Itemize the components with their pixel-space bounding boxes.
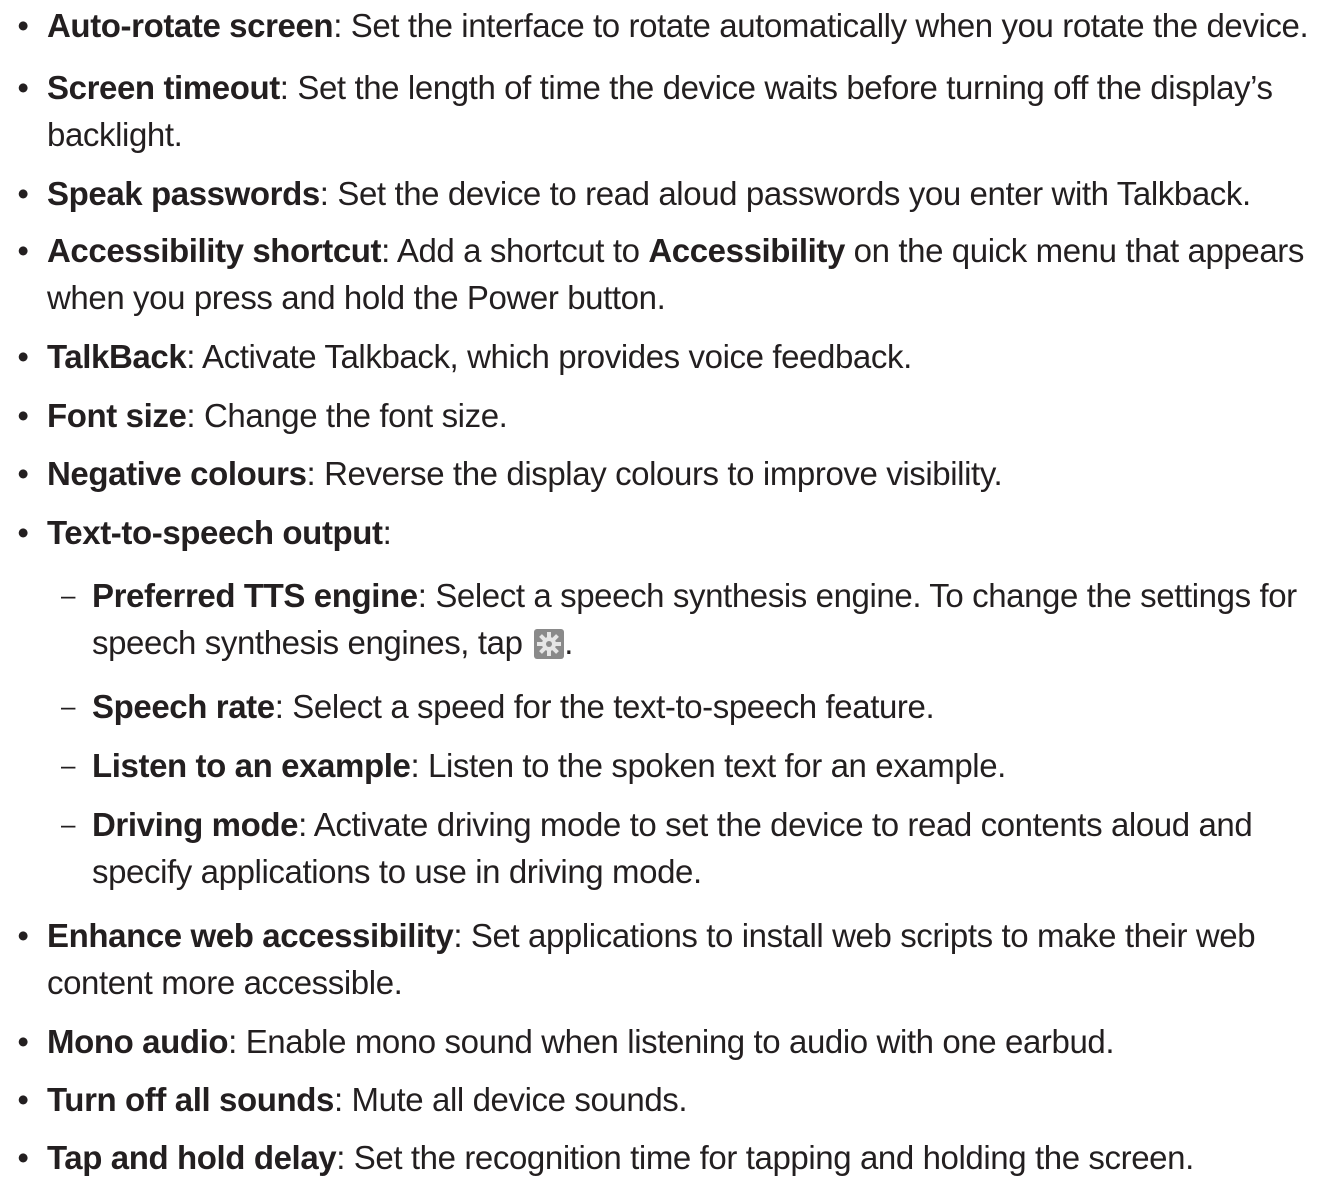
list-item-turn-off-all-sounds: • Turn off all sounds: Mute all device s…	[17, 1076, 1335, 1123]
sublist-item-speech-rate: – Speech rate: Select a speed for the te…	[61, 683, 1335, 730]
item-term: Driving mode	[92, 806, 299, 843]
list-item-screen-timeout: • Screen timeout: Set the length of time…	[17, 64, 1335, 158]
sublist-item-listen-to-an-example: – Listen to an example: Listen to the sp…	[61, 742, 1335, 789]
list-item-accessibility-shortcut: • Accessibility shortcut: Add a shortcut…	[17, 227, 1335, 321]
list-item-negative-colours: • Negative colours: Reverse the display …	[17, 450, 1335, 497]
accessibility-settings-list: • Auto-rotate screen: Set the interface …	[0, 0, 1339, 1185]
dash: –	[60, 580, 76, 610]
dash: –	[60, 691, 76, 721]
sublist-item-driving-mode: – Driving mode: Activate driving mode to…	[61, 801, 1335, 895]
bullet: •	[17, 514, 29, 551]
item-term: Accessibility shortcut	[47, 232, 382, 269]
item-term: Auto-rotate screen	[47, 7, 334, 44]
item-term: Mono audio	[47, 1023, 229, 1060]
item-description: Listen to the spoken text for an example…	[419, 747, 1006, 784]
item-term: Speak passwords	[47, 175, 320, 212]
item-description: Change the font size.	[195, 397, 508, 434]
item-term: Enhance web accessibility	[47, 917, 454, 954]
list-item-auto-rotate-screen: • Auto-rotate screen: Set the interface …	[17, 2, 1335, 49]
item-description: Enable mono sound when listening to audi…	[236, 1023, 1115, 1060]
bullet: •	[17, 917, 29, 954]
item-description: Set the device to read aloud passwords y…	[328, 175, 1251, 212]
list-item-speak-passwords: • Speak passwords: Set the device to rea…	[17, 170, 1335, 217]
gear-icon	[534, 629, 565, 659]
list-item-text-to-speech-output: • Text-to-speech output:	[17, 509, 1335, 556]
dash: –	[60, 809, 76, 839]
list-item-talkback: • TalkBack: Activate Talkback, which pro…	[17, 333, 1335, 380]
sublist-item-preferred-tts-engine: – Preferred TTS engine: Select a speech …	[61, 572, 1335, 666]
bullet: •	[17, 7, 29, 44]
item-description: Activate Talkback, which provides voice …	[195, 338, 912, 375]
bullet: •	[17, 232, 29, 269]
item-term: Speech rate	[92, 688, 275, 725]
item-description: Set the recognition time for tapping and…	[345, 1139, 1194, 1176]
bullet: •	[17, 338, 29, 375]
bullet: •	[17, 1023, 29, 1060]
bullet: •	[17, 175, 29, 212]
accessibility-menu-reference: Accessibility	[648, 232, 845, 269]
item-term: Listen to an example	[92, 747, 411, 784]
list-item-enhance-web-accessibility: • Enhance web accessibility: Set applica…	[17, 912, 1335, 1006]
bullet: •	[17, 455, 29, 492]
bullet: •	[17, 1081, 29, 1118]
item-term: Turn off all sounds	[47, 1081, 334, 1118]
bullet: •	[17, 1139, 29, 1176]
bullet: •	[17, 397, 29, 434]
item-description: Select a speed for the text-to-speech fe…	[283, 688, 935, 725]
item-term: Font size	[47, 397, 187, 434]
list-item-font-size: • Font size: Change the font size.	[17, 392, 1335, 439]
list-item-tap-and-hold-delay: • Tap and hold delay: Set the recognitio…	[17, 1134, 1335, 1181]
dash: –	[60, 750, 76, 780]
list-item-mono-audio: • Mono audio: Enable mono sound when lis…	[17, 1018, 1335, 1065]
item-description: Set the interface to rotate automaticall…	[341, 7, 1309, 44]
item-term: Negative colours	[47, 455, 307, 492]
bullet: •	[17, 69, 29, 106]
item-term: Text-to-speech output	[47, 514, 383, 551]
item-term: Screen timeout	[47, 69, 280, 106]
item-term: Tap and hold delay	[47, 1139, 337, 1176]
item-term: Preferred TTS engine	[92, 577, 418, 614]
item-description: Mute all device sounds.	[342, 1081, 688, 1118]
item-description: Reverse the display colours to improve v…	[315, 455, 1003, 492]
item-term: TalkBack	[47, 338, 187, 375]
